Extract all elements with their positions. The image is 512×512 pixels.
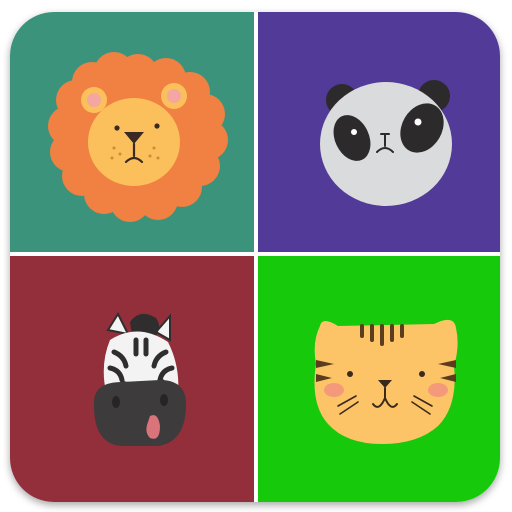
lion-face-icon xyxy=(10,12,254,252)
tile-lion xyxy=(10,12,254,252)
app-icon[interactable] xyxy=(10,12,500,502)
tile-tiger xyxy=(258,256,500,502)
tile-zebra xyxy=(10,256,254,502)
panda-face-icon xyxy=(258,12,500,252)
tiger-face-icon xyxy=(258,256,500,502)
tile-panda xyxy=(258,12,500,252)
zebra-face-icon xyxy=(10,256,254,502)
